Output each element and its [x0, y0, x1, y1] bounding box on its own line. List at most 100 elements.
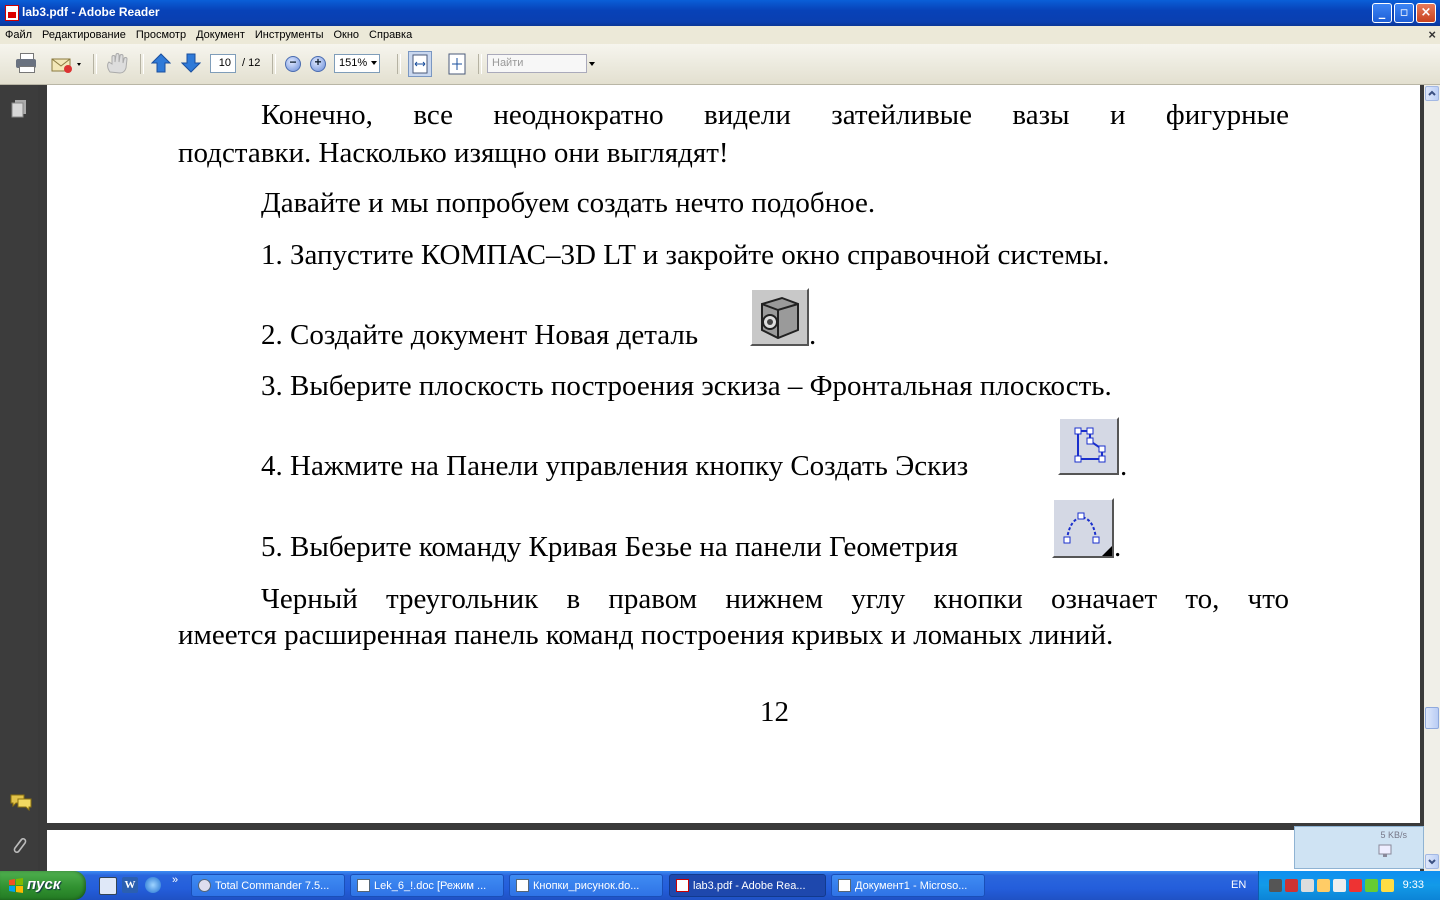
- task-label: Lek_6_!.doc [Режим ...: [374, 880, 487, 892]
- word-doc-icon: [516, 879, 529, 892]
- step-2-period: .: [809, 319, 817, 351]
- network-icon: [1378, 844, 1392, 857]
- menu-edit[interactable]: Редактирование: [37, 26, 131, 41]
- show-desktop-icon[interactable]: [99, 877, 117, 895]
- task-label: Total Commander 7.5...: [215, 880, 330, 892]
- next-page-icon[interactable]: [180, 52, 202, 73]
- menu-bar: Файл Редактирование Просмотр Документ Инстру…: [0, 26, 1440, 44]
- search-options-dropdown[interactable]: [589, 62, 595, 66]
- zoom-level-select[interactable]: 151%: [334, 54, 380, 73]
- minimize-button[interactable]: _: [1372, 3, 1392, 23]
- scroll-up-button[interactable]: [1425, 86, 1439, 101]
- create-sketch-icon: [1058, 417, 1119, 475]
- vertical-scrollbar[interactable]: [1424, 85, 1440, 871]
- page-number: 12: [760, 696, 789, 728]
- hand-tool-icon[interactable]: [104, 52, 130, 76]
- window-title: lab3.pdf - Adobe Reader: [22, 5, 160, 19]
- maximize-button[interactable]: ▫: [1394, 3, 1414, 23]
- toolbar-separator: [140, 54, 144, 74]
- zoom-in-glyph: +: [314, 55, 322, 69]
- speaker-tray-icon[interactable]: [1333, 879, 1346, 892]
- attachments-icon[interactable]: [10, 835, 28, 855]
- task-word-lek6[interactable]: Lek_6_!.doc [Режим ...: [350, 874, 504, 897]
- previous-page-icon[interactable]: [150, 52, 172, 73]
- antivirus-tray-icon[interactable]: [1285, 879, 1298, 892]
- pdf-page: Конечно, все неоднократно видели затейли…: [47, 85, 1420, 823]
- page-number-input[interactable]: 10: [210, 54, 236, 73]
- network-rate: 5 KB/s: [1380, 830, 1407, 840]
- adobe-reader-icon: [5, 5, 19, 21]
- step-5: 5. Выберите команду Кривая Безье на пане…: [261, 531, 958, 563]
- paragraph-1-line-2: подставки. Насколько изящно они выглядят…: [178, 137, 729, 169]
- toolbar-separator: [272, 54, 276, 74]
- search-input[interactable]: Найти: [487, 54, 587, 73]
- page-total-label: / 12: [242, 57, 261, 69]
- task-total-commander[interactable]: Total Commander 7.5...: [191, 874, 345, 897]
- menu-document[interactable]: Документ: [191, 26, 250, 41]
- toolbar-separator: [397, 54, 401, 74]
- update-tray-icon[interactable]: [1381, 879, 1394, 892]
- start-label: пуск: [27, 876, 61, 893]
- paragraph-3-line-2: имеется расширенная панель команд постро…: [178, 619, 1114, 651]
- chevron-down-icon: [371, 61, 377, 65]
- new-part-icon: [750, 288, 809, 346]
- taskbar: пуск W » Total Commander 7.5... Lek_6_!.…: [0, 871, 1440, 900]
- network-tray-icon[interactable]: [1269, 879, 1282, 892]
- close-button[interactable]: ×: [1416, 3, 1436, 23]
- nvidia-tray-icon[interactable]: [1365, 879, 1378, 892]
- print-icon[interactable]: [15, 52, 37, 73]
- menu-window[interactable]: Окно: [328, 26, 364, 41]
- clock[interactable]: 9:33: [1403, 879, 1424, 891]
- fit-page-icon[interactable]: [446, 52, 468, 76]
- language-indicator[interactable]: EN: [1231, 879, 1246, 891]
- scroll-down-button[interactable]: [1425, 854, 1439, 869]
- task-adobe-reader[interactable]: lab3.pdf - Adobe Rea...: [669, 874, 826, 897]
- fit-width-icon[interactable]: [408, 51, 432, 77]
- task-label: Документ1 - Microso...: [855, 880, 968, 892]
- zoom-level-value: 151%: [339, 57, 368, 69]
- paragraph-2: Давайте и мы попробуем создать нечто под…: [261, 187, 876, 219]
- volume-tray-icon[interactable]: [1301, 879, 1314, 892]
- task-label: lab3.pdf - Adobe Rea...: [693, 880, 806, 892]
- zoom-in-icon[interactable]: +: [310, 55, 326, 72]
- document-area: Конечно, все неоднократно видели затейли…: [38, 85, 1424, 871]
- total-commander-icon: [198, 879, 211, 892]
- zoom-out-glyph: −: [289, 55, 297, 69]
- step-1: 1. Запустите КОМПАС–3D LT и закройте окн…: [261, 239, 1110, 271]
- internet-explorer-icon[interactable]: [145, 877, 161, 893]
- keyboard-tray-icon[interactable]: [1317, 879, 1330, 892]
- comments-icon[interactable]: [10, 793, 32, 813]
- paragraph-1-line-1: Конечно, все неоднократно видели затейли…: [261, 99, 1289, 131]
- pdf-icon: [676, 879, 689, 892]
- step-5-period: .: [1114, 531, 1122, 563]
- pages-icon[interactable]: [10, 99, 28, 119]
- document-close-button[interactable]: ×: [1428, 27, 1436, 42]
- toolbar-separator: [478, 54, 482, 74]
- menu-file[interactable]: Файл: [0, 26, 37, 41]
- word-doc-icon: [357, 879, 370, 892]
- task-word-document1[interactable]: Документ1 - Microso...: [831, 874, 985, 897]
- word-icon[interactable]: W: [122, 877, 138, 893]
- scroll-thumb[interactable]: [1425, 707, 1439, 729]
- next-pdf-page: [47, 830, 1420, 871]
- paragraph-3-line-1: Черный треугольник в правом нижнем углу …: [261, 583, 1289, 615]
- step-4-period: .: [1120, 450, 1128, 482]
- quick-launch-more[interactable]: »: [172, 874, 178, 886]
- menu-view[interactable]: Просмотр: [131, 26, 191, 41]
- step-2: 2. Создайте документ Новая деталь: [261, 319, 699, 351]
- start-button[interactable]: пуск: [0, 871, 86, 900]
- bezier-curve-icon: [1052, 498, 1114, 558]
- email-dropdown-button[interactable]: [50, 52, 82, 76]
- step-4: 4. Нажмите на Панели управления кнопку С…: [261, 450, 969, 482]
- navigation-panel: [0, 85, 38, 871]
- search-placeholder: Найти: [492, 57, 524, 69]
- step-3: 3. Выберите плоскость построения эскиза …: [261, 370, 1112, 402]
- network-monitor-popup: 5 KB/s: [1294, 826, 1424, 869]
- word-doc-icon: [838, 879, 851, 892]
- safely-remove-tray-icon[interactable]: [1349, 879, 1362, 892]
- zoom-out-icon[interactable]: −: [285, 55, 301, 72]
- task-word-buttons[interactable]: Кнопки_рисунок.do...: [509, 874, 663, 897]
- menu-help[interactable]: Справка: [364, 26, 417, 41]
- task-label: Кнопки_рисунок.do...: [533, 880, 640, 892]
- menu-tools[interactable]: Инструменты: [250, 26, 329, 41]
